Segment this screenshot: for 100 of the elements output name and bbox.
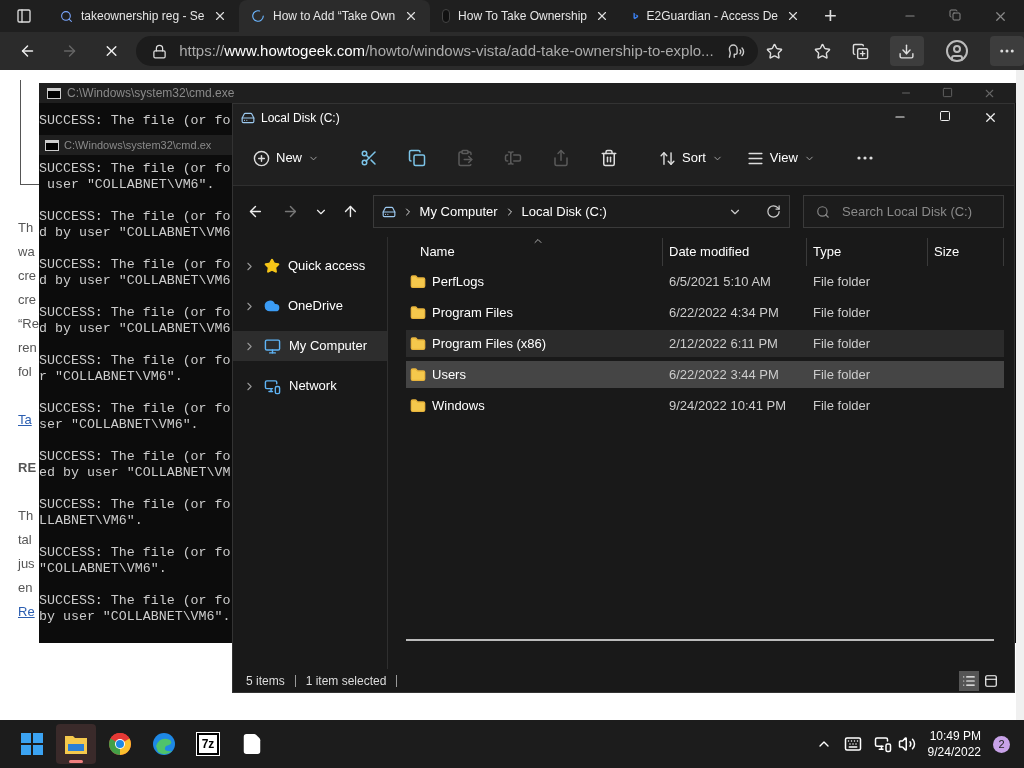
close-icon[interactable]	[786, 9, 800, 23]
console-line: by user "COLLABNET\VM6".	[39, 609, 231, 625]
sort-button[interactable]: Sort	[651, 141, 731, 175]
console-line: SUCCESS: The file (or fo	[39, 449, 231, 465]
address-field[interactable]: My Computer Local Disk (C:)	[372, 195, 790, 228]
close-icon[interactable]	[404, 9, 418, 23]
window-title: Local Disk (C:)	[261, 109, 340, 127]
browser-tab[interactable]: takeownership reg - Se	[48, 0, 239, 32]
close-icon[interactable]	[983, 110, 998, 125]
folder-icon	[410, 335, 426, 352]
refresh-icon[interactable]	[766, 204, 781, 219]
sidebar-item[interactable]: OneDrive	[233, 291, 387, 321]
file-name: Users	[432, 365, 466, 384]
sort-arrows-icon	[659, 149, 676, 167]
file-row[interactable]: Program Files 6/22/2022 4:34 PM File folder	[406, 299, 1004, 326]
search-icon	[60, 9, 73, 23]
file-row[interactable]: PerfLogs 6/5/2021 5:10 AM File folder	[406, 268, 1004, 295]
page-text: jus	[18, 555, 35, 573]
page-text: Th	[18, 507, 34, 525]
status-text: 5 items	[246, 672, 285, 690]
file-name: Program Files (x86)	[432, 334, 547, 353]
clock-time[interactable]: 10:49 PM	[929, 728, 981, 744]
favorites-icon[interactable]	[814, 42, 831, 60]
profile-icon[interactable]	[945, 39, 969, 63]
download-icon[interactable]	[898, 42, 916, 60]
file-row[interactable]: Program Files (x86) 2/12/2022 6:11 PM File folder	[406, 330, 1004, 357]
console-line: d by user "COLLABNET\VM6	[39, 321, 231, 337]
file-type: File folder	[812, 272, 872, 291]
console-line: SUCCESS: The file (or fo	[39, 593, 231, 609]
edge-icon	[152, 732, 176, 756]
notification-badge[interactable]: 2	[993, 735, 1010, 753]
file-row[interactable]: Windows 9/24/2022 10:41 PM File folder	[406, 392, 1004, 419]
app-logo-label: 7z	[196, 733, 220, 755]
restore-icon[interactable]	[949, 8, 961, 21]
window-title: C:\Windows\system32\cmd.ex	[64, 137, 212, 153]
file-name: Windows	[432, 396, 485, 415]
page-text: en	[18, 579, 33, 597]
cut-icon	[360, 149, 378, 167]
collections-icon[interactable]	[852, 42, 869, 60]
column-header[interactable]: Size	[928, 237, 1004, 266]
taskbar-button[interactable]: 7z	[188, 724, 228, 764]
column-header[interactable]: Date modified	[663, 237, 807, 266]
console-line: d by user "COLLABNET\VM6	[39, 273, 231, 289]
file-row[interactable]: Users 6/22/2022 3:44 PM File folder	[406, 361, 1004, 388]
column-header[interactable]: Type	[807, 237, 928, 266]
favicon-icon	[442, 9, 451, 23]
sidebar-item[interactable]: My Computer	[233, 331, 387, 361]
browser-tab[interactable]: How to Add “Take Own	[239, 0, 430, 32]
back-icon[interactable]	[247, 203, 264, 220]
page-text: wa	[18, 243, 35, 261]
file-date: 6/22/2022 3:44 PM	[668, 365, 780, 384]
drive-icon	[241, 110, 255, 125]
sidebar-item[interactable]: Network	[233, 371, 387, 401]
browser-tab[interactable]: E2Guardian - Access De	[621, 0, 812, 32]
folder-icon	[410, 366, 426, 383]
column-header[interactable]: Name	[406, 237, 663, 266]
breadcrumb-item[interactable]: Local Disk (C:)	[521, 201, 607, 222]
file-type: File folder	[812, 396, 872, 415]
file-type: File folder	[812, 334, 872, 353]
plus-icon	[253, 149, 270, 167]
file-name: PerfLogs	[432, 272, 485, 291]
file-date: 6/5/2021 5:10 AM	[668, 272, 772, 291]
star-icon	[264, 258, 280, 274]
page-link[interactable]: Re	[18, 600, 35, 624]
search-field[interactable]: Search Local Disk (C:)	[803, 195, 1004, 228]
drive-icon	[381, 204, 396, 219]
clock-date[interactable]: 9/24/2022	[927, 744, 981, 760]
favorite-icon[interactable]	[766, 42, 783, 60]
sidebar-item[interactable]: Quick access	[233, 251, 387, 281]
console-line: user "COLLABNET\VM6".	[45, 177, 215, 193]
close-icon[interactable]	[595, 9, 609, 23]
view-button[interactable]: View	[738, 141, 823, 175]
network-icon[interactable]	[873, 735, 892, 753]
close-icon[interactable]	[213, 9, 227, 23]
monitor-icon	[264, 337, 281, 355]
lock-icon	[152, 43, 168, 59]
console-icon	[45, 139, 59, 151]
page-text: “Re	[18, 315, 39, 331]
page-text: cre	[18, 291, 37, 309]
folder-icon	[410, 397, 426, 414]
console-line: SUCCESS: The file (or fo	[39, 401, 231, 417]
read-aloud-icon[interactable]	[728, 42, 745, 60]
cloud-icon	[264, 298, 280, 314]
new-button[interactable]: New	[245, 141, 327, 175]
console-line: SUCCESS: The file (or fo	[39, 353, 231, 369]
details-view-icon[interactable]	[959, 670, 979, 691]
loading-icon	[251, 9, 265, 23]
console-icon	[47, 87, 61, 99]
address-field[interactable]: https://www.howtogeek.com/howto/windows-vista/add-take-ownership-to-explo...	[136, 36, 758, 66]
tab-actions-icon[interactable]	[16, 8, 32, 24]
volume-icon[interactable]	[897, 735, 916, 753]
file-icon	[241, 733, 263, 755]
taskbar-button[interactable]	[56, 724, 96, 764]
browser-tab[interactable]: How To Take Ownership	[430, 0, 621, 32]
folder-icon	[64, 733, 88, 755]
console-line: r "COLLABNET\VM6".	[39, 369, 183, 385]
page-link[interactable]: Ta	[18, 408, 32, 432]
keyboard-icon[interactable]	[843, 735, 862, 753]
breadcrumb-item[interactable]: My Computer	[419, 201, 498, 222]
new-tab-button[interactable]: +	[824, 5, 837, 27]
